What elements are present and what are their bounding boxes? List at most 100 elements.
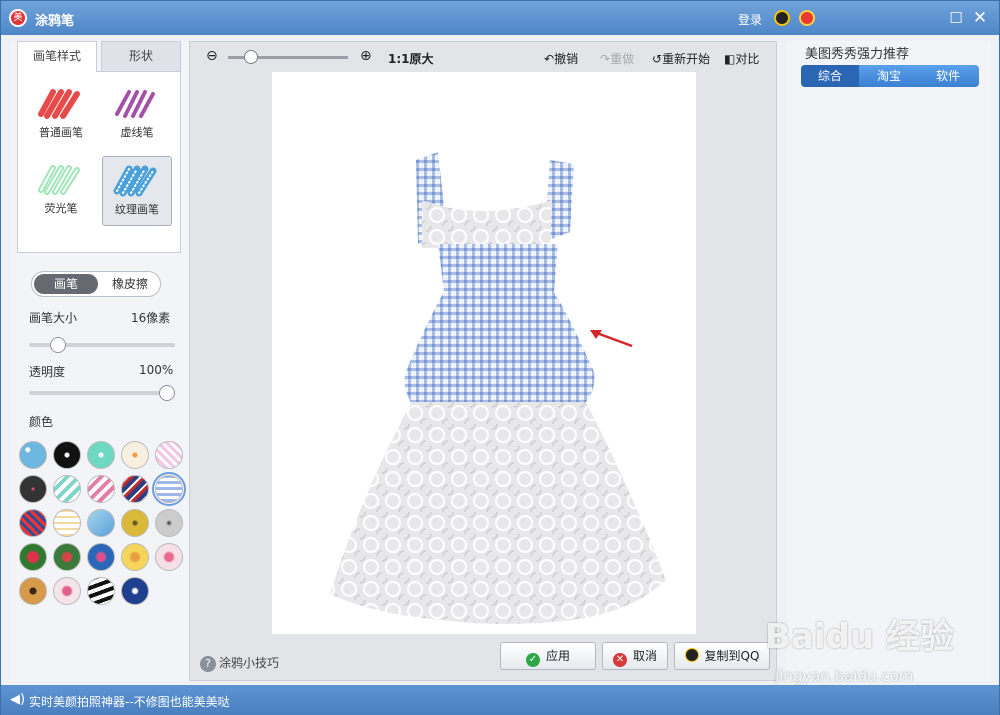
canvas-area: ⊖ ⊕ 1:1原大 ↶撤销 ↷重做 ↺重新开始 ◧对比 ? 涂鸦小技巧 ✓ 应用… — [189, 41, 777, 681]
question-icon: ? — [200, 656, 216, 672]
tips-label: 涂鸦小技巧 — [219, 656, 280, 670]
tab-general[interactable]: 综合 — [801, 65, 859, 87]
texture-swatch[interactable] — [121, 441, 149, 469]
canvas-bottom-bar: ? 涂鸦小技巧 ✓ 应用 ✕ 取消 复制到QQ — [190, 638, 776, 678]
opacity-label: 透明度 — [29, 365, 66, 379]
texture-swatch[interactable] — [155, 543, 183, 571]
restart-label: 重新开始 — [662, 52, 711, 66]
texture-swatch[interactable] — [121, 475, 149, 503]
brush-size-label: 画笔大小 — [29, 311, 78, 325]
redo-button[interactable]: ↷重做 — [600, 50, 634, 67]
apply-label: 应用 — [545, 649, 570, 663]
original-size-text: 原大 — [409, 52, 434, 66]
undo-label: 撤销 — [554, 52, 579, 66]
canvas-toolbar: ⊖ ⊕ 1:1原大 ↶撤销 ↷重做 ↺重新开始 ◧对比 — [190, 42, 776, 72]
texture-swatch[interactable] — [19, 509, 47, 537]
texture-swatch[interactable] — [155, 509, 183, 537]
texture-swatch[interactable] — [19, 441, 47, 469]
brush-normal[interactable]: 普通画笔 — [26, 80, 96, 150]
texture-swatch[interactable] — [53, 543, 81, 571]
brush-dashed[interactable]: 虚线笔 — [102, 80, 172, 150]
brush-texture-label: 纹理画笔 — [115, 203, 159, 216]
brush-size-value: 16像素 — [131, 311, 171, 325]
brush-normal-label: 普通画笔 — [39, 126, 83, 139]
brush-highlighter-label: 荧光笔 — [44, 202, 78, 215]
texture-brush-icon — [113, 165, 157, 197]
redo-label: 重做 — [610, 52, 635, 66]
opacity-knob[interactable] — [159, 385, 175, 401]
status-promo-link[interactable]: 实时美颜拍照神器--不修图也能美美哒 — [29, 693, 230, 710]
qq-icon[interactable] — [774, 10, 790, 26]
watermark-url: jingyan.baidu.com — [775, 667, 914, 685]
zoom-in-icon[interactable]: ⊕ — [360, 48, 372, 64]
red-arrow-annotation — [590, 330, 633, 348]
brush-texture[interactable]: 纹理画笔 — [102, 156, 172, 226]
copy-to-qq-button[interactable]: 复制到QQ — [674, 642, 770, 670]
eraser-mode-button[interactable]: 橡皮擦 — [98, 274, 162, 294]
undo-button[interactable]: ↶撤销 — [544, 50, 578, 67]
brush-size-knob[interactable] — [49, 337, 66, 353]
close-button[interactable]: ✕ — [971, 9, 989, 27]
texture-swatch[interactable] — [53, 475, 81, 503]
zoom-out-icon[interactable]: ⊖ — [206, 48, 218, 64]
compare-label: 对比 — [735, 52, 760, 66]
brush-highlighter[interactable]: 荧光笔 — [26, 156, 96, 226]
texture-swatch[interactable] — [87, 509, 115, 537]
texture-swatch[interactable] — [121, 509, 149, 537]
texture-swatch[interactable] — [152, 472, 186, 506]
highlighter-brush-icon — [38, 165, 80, 195]
tab-taobao[interactable]: 淘宝 — [860, 65, 918, 87]
maximize-button[interactable]: ☐ — [947, 9, 965, 27]
brush-size-slider[interactable] — [29, 337, 175, 353]
weibo-icon[interactable] — [799, 10, 815, 26]
brush-style-grid: 普通画笔 虚线笔 荧光笔 纹理画笔 — [17, 71, 181, 253]
texture-swatch[interactable] — [87, 475, 115, 503]
brush-panel: 画笔样式 形状 普通画笔 虚线笔 荧光笔 纹理画笔 画笔 橡皮擦 画笔大小 16… — [11, 41, 189, 681]
brush-dashed-label: 虚线笔 — [120, 126, 154, 139]
app-window: 美 涂鸦笔 登录 ☐ ✕ 画笔样式 形状 普通画笔 虚线笔 荧光笔 纹理画笔 画… — [0, 0, 1000, 715]
tips-link[interactable]: ? 涂鸦小技巧 — [200, 654, 279, 672]
restart-button[interactable]: ↺重新开始 — [652, 50, 710, 67]
zoom-slider[interactable] — [228, 50, 348, 64]
compare-button[interactable]: ◧对比 — [724, 50, 759, 67]
texture-swatch[interactable] — [19, 577, 47, 605]
dress-image — [330, 152, 666, 624]
pen-mode-button[interactable]: 画笔 — [34, 274, 98, 294]
tab-software[interactable]: 软件 — [919, 65, 977, 87]
apply-button[interactable]: ✓ 应用 — [500, 642, 596, 670]
login-link[interactable]: 登录 — [738, 11, 762, 28]
texture-swatch[interactable] — [87, 543, 115, 571]
cancel-icon: ✕ — [612, 653, 627, 667]
zoom-knob[interactable] — [243, 50, 258, 64]
copy-to-qq-label: 复制到QQ — [704, 649, 760, 663]
texture-swatch[interactable] — [19, 475, 47, 503]
texture-swatch[interactable] — [53, 577, 81, 605]
title-bar: 美 涂鸦笔 登录 ☐ ✕ — [1, 1, 999, 35]
tab-shape[interactable]: 形状 — [101, 41, 181, 71]
actual-size-button[interactable]: 1:1原大 — [388, 50, 434, 67]
texture-swatch[interactable] — [155, 441, 183, 469]
baidu-watermark: Baidu 经验 jingyan.baidu.com — [765, 609, 954, 685]
photo-canvas[interactable] — [272, 72, 696, 634]
opacity-slider[interactable] — [29, 385, 175, 401]
recommend-panel: 美图秀秀强力推荐 综合 淘宝 软件 — [787, 41, 991, 681]
texture-swatch[interactable] — [19, 543, 47, 571]
tab-brush-style[interactable]: 画笔样式 — [17, 41, 97, 72]
texture-swatch[interactable] — [121, 543, 149, 571]
ratio-text: 1:1 — [388, 52, 410, 66]
opacity-value: 100% — [139, 363, 174, 377]
app-logo-icon: 美 — [9, 9, 27, 27]
cancel-button[interactable]: ✕ 取消 — [602, 642, 668, 670]
normal-brush-icon — [38, 89, 80, 119]
recommend-tabs: 综合 淘宝 软件 — [801, 65, 979, 87]
check-icon: ✓ — [525, 653, 540, 667]
texture-swatch[interactable] — [87, 441, 115, 469]
dashed-brush-icon — [115, 90, 155, 118]
qq-penguin-icon — [684, 648, 699, 662]
texture-swatch[interactable] — [87, 577, 115, 605]
texture-swatch[interactable] — [53, 441, 81, 469]
texture-swatch[interactable] — [53, 509, 81, 537]
watermark-brand: Baidu 经验 — [765, 617, 954, 657]
window-title: 涂鸦笔 — [35, 14, 75, 29]
texture-swatch[interactable] — [121, 577, 149, 605]
